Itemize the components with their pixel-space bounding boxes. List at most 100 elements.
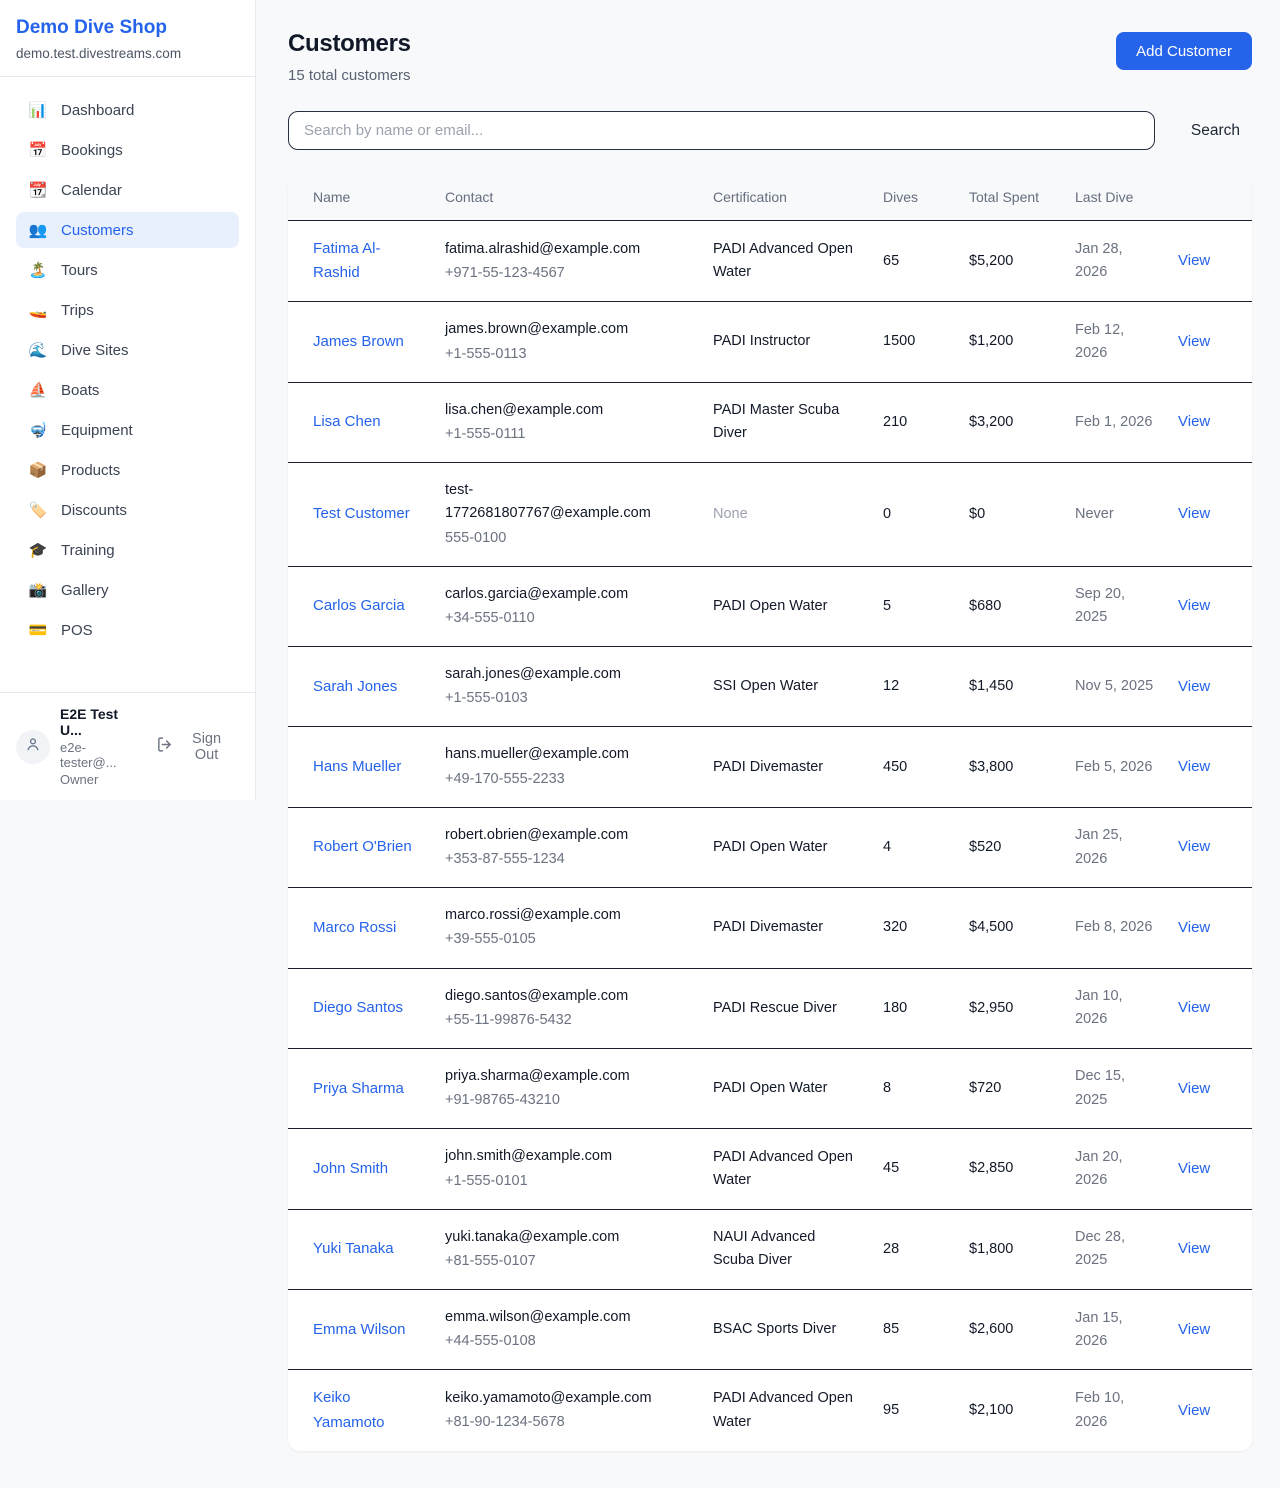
customer-certification: PADI Divemaster — [701, 727, 871, 807]
customer-name-link[interactable]: Marco Rossi — [313, 919, 396, 936]
sidebar-item-training[interactable]: 🎓 Training — [16, 532, 239, 568]
customer-name-link[interactable]: Diego Santos — [313, 999, 403, 1016]
view-customer-link[interactable]: View — [1178, 1321, 1210, 1338]
sidebar-item-tours[interactable]: 🏝️ Tours — [16, 252, 239, 288]
sidebar-item-equipment[interactable]: 🤿 Equipment — [16, 412, 239, 448]
table-row: Priya Sharma priya.sharma@example.com +9… — [288, 1048, 1252, 1128]
sidebar-item-products[interactable]: 📦 Products — [16, 452, 239, 488]
customer-total-spent: $3,200 — [957, 382, 1063, 462]
customer-certification: PADI Instructor — [701, 302, 871, 382]
customer-certification: PADI Open Water — [701, 566, 871, 646]
customer-name-link[interactable]: Lisa Chen — [313, 413, 381, 430]
view-customer-link[interactable]: View — [1178, 1080, 1210, 1097]
customer-last-dive: Sep 20, 2025 — [1063, 566, 1166, 646]
customer-last-dive: Jan 10, 2026 — [1063, 968, 1166, 1048]
customer-name-link[interactable]: Keiko Yamamoto — [313, 1389, 384, 1430]
customer-dives: 85 — [871, 1290, 957, 1370]
view-customer-link[interactable]: View — [1178, 1240, 1210, 1257]
user-icon — [24, 735, 42, 758]
customer-phone: +1-555-0101 — [445, 1170, 661, 1193]
customer-certification: PADI Open Water — [701, 1048, 871, 1128]
customer-dives: 0 — [871, 463, 957, 567]
customer-name-link[interactable]: Yuki Tanaka — [313, 1240, 394, 1257]
sidebar-item-pos[interactable]: 💳 POS — [16, 612, 239, 648]
calendar-icon: 📆 — [28, 181, 48, 199]
sidebar-item-boats[interactable]: ⛵ Boats — [16, 372, 239, 408]
sailboat-icon: ⛵ — [28, 381, 48, 399]
customer-phone: 555-0100 — [445, 527, 661, 550]
sidebar-item-trips[interactable]: 🚤 Trips — [16, 292, 239, 328]
sidebar-item-discounts[interactable]: 🏷️ Discounts — [16, 492, 239, 528]
sidebar-item-label: Gallery — [61, 582, 109, 599]
view-customer-link[interactable]: View — [1178, 505, 1210, 522]
table-row: Diego Santos diego.santos@example.com +5… — [288, 968, 1252, 1048]
sidebar-item-calendar[interactable]: 📆 Calendar — [16, 172, 239, 208]
customer-name-link[interactable]: John Smith — [313, 1160, 388, 1177]
customer-email: carlos.garcia@example.com — [445, 583, 661, 606]
customer-count: 15 total customers — [288, 67, 411, 84]
column-header-certification: Certification — [701, 175, 871, 221]
view-customer-link[interactable]: View — [1178, 678, 1210, 695]
table-row: Hans Mueller hans.mueller@example.com +4… — [288, 727, 1252, 807]
customer-dives: 95 — [871, 1370, 957, 1451]
view-customer-link[interactable]: View — [1178, 1402, 1210, 1419]
view-customer-link[interactable]: View — [1178, 838, 1210, 855]
customer-phone: +81-90-1234-5678 — [445, 1411, 661, 1434]
search-input[interactable] — [288, 111, 1155, 150]
sign-out-button[interactable]: Sign Out — [150, 730, 239, 764]
customer-name-link[interactable]: Emma Wilson — [313, 1321, 406, 1338]
customer-phone: +1-555-0103 — [445, 687, 661, 710]
brand-name[interactable]: Demo Dive Shop — [16, 17, 239, 39]
view-customer-link[interactable]: View — [1178, 758, 1210, 775]
customer-dives: 5 — [871, 566, 957, 646]
customer-phone: +39-555-0105 — [445, 928, 661, 951]
customer-name-link[interactable]: James Brown — [313, 333, 404, 350]
customer-name-link[interactable]: Robert O'Brien — [313, 838, 412, 855]
page-header: Customers 15 total customers Add Custome… — [288, 30, 1252, 84]
table-header: NameContactCertificationDivesTotal Spent… — [288, 175, 1252, 221]
customer-total-spent: $2,600 — [957, 1290, 1063, 1370]
table-row: Marco Rossi marco.rossi@example.com +39-… — [288, 888, 1252, 968]
customer-email: lisa.chen@example.com — [445, 399, 661, 422]
customer-name-link[interactable]: Test Customer — [313, 505, 410, 522]
grad-cap-icon: 🎓 — [28, 541, 48, 559]
view-customer-link[interactable]: View — [1178, 252, 1210, 269]
sidebar-item-label: POS — [61, 622, 93, 639]
sidebar-item-label: Tours — [61, 262, 98, 279]
table-row: Yuki Tanaka yuki.tanaka@example.com +81-… — [288, 1209, 1252, 1289]
view-customer-link[interactable]: View — [1178, 333, 1210, 350]
sidebar-item-customers[interactable]: 👥 Customers — [16, 212, 239, 248]
sidebar-item-dive-sites[interactable]: 🌊 Dive Sites — [16, 332, 239, 368]
search-button[interactable]: Search — [1191, 114, 1240, 148]
main-content: Customers 15 total customers Add Custome… — [256, 0, 1280, 1488]
customer-dives: 210 — [871, 382, 957, 462]
customer-email: sarah.jones@example.com — [445, 663, 661, 686]
customer-last-dive: Feb 12, 2026 — [1063, 302, 1166, 382]
add-customer-button[interactable]: Add Customer — [1116, 32, 1252, 70]
customer-total-spent: $680 — [957, 566, 1063, 646]
avatar — [16, 730, 50, 764]
customer-phone: +1-555-0113 — [445, 343, 661, 366]
sidebar-footer: E2E Test U... e2e-tester@... Owner Sign … — [0, 692, 255, 800]
view-customer-link[interactable]: View — [1178, 1160, 1210, 1177]
sidebar-item-dashboard[interactable]: 📊 Dashboard — [16, 92, 239, 128]
customer-name-link[interactable]: Sarah Jones — [313, 678, 397, 695]
customer-name-link[interactable]: Priya Sharma — [313, 1080, 404, 1097]
customer-phone: +91-98765-43210 — [445, 1089, 661, 1112]
customer-last-dive: Feb 1, 2026 — [1063, 382, 1166, 462]
customer-email: marco.rossi@example.com — [445, 904, 661, 927]
view-customer-link[interactable]: View — [1178, 597, 1210, 614]
customer-email: robert.obrien@example.com — [445, 824, 661, 847]
sidebar-item-bookings[interactable]: 📅 Bookings — [16, 132, 239, 168]
view-customer-link[interactable]: View — [1178, 999, 1210, 1016]
customer-name-link[interactable]: Carlos Garcia — [313, 597, 405, 614]
table-row: Carlos Garcia carlos.garcia@example.com … — [288, 566, 1252, 646]
customer-name-link[interactable]: Fatima Al-Rashid — [313, 240, 381, 281]
search-bar: Search — [288, 111, 1252, 150]
customer-name-link[interactable]: Hans Mueller — [313, 758, 401, 775]
view-customer-link[interactable]: View — [1178, 413, 1210, 430]
brand-domain: demo.test.divestreams.com — [16, 46, 239, 61]
brand-block: Demo Dive Shop demo.test.divestreams.com — [0, 0, 255, 77]
sidebar-item-gallery[interactable]: 📸 Gallery — [16, 572, 239, 608]
view-customer-link[interactable]: View — [1178, 919, 1210, 936]
